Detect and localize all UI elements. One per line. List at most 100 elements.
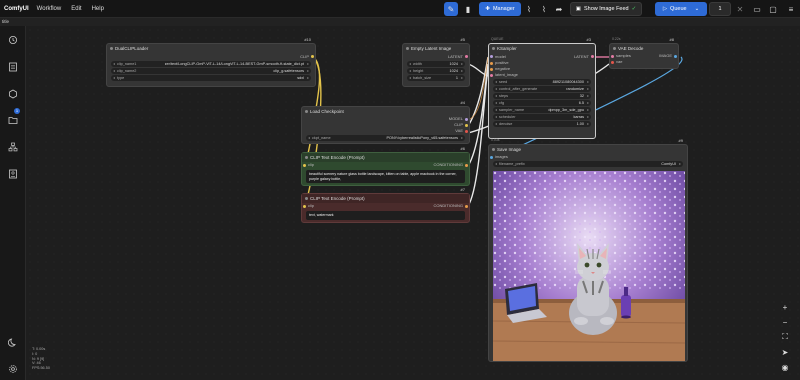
steps-widget[interactable]: steps 32 (493, 93, 591, 99)
fit-view-icon[interactable]: ⛶ (778, 330, 792, 344)
nodes-icon[interactable] (8, 139, 18, 152)
widget-value: 6.5 (578, 101, 584, 105)
widget-value: clip_g.safetensors (273, 69, 304, 73)
input-vae-socket[interactable] (611, 61, 614, 64)
widget-label: control_after_generate (499, 87, 538, 91)
input-images-socket[interactable] (490, 156, 493, 159)
output-label: CONDITIONING (433, 162, 463, 167)
filename-prefix-widget[interactable]: filename_prefix ComfyUI (493, 161, 683, 167)
toggle-links-icon[interactable]: ◉ (778, 360, 792, 374)
generated-image-preview[interactable] (493, 171, 685, 361)
node-save-image[interactable]: 0.03s #9 Save Image images filename_pref… (488, 138, 688, 362)
widget-value: 1024 (449, 62, 458, 66)
models-icon[interactable] (8, 86, 18, 99)
width-widget[interactable]: width 1024 (407, 61, 465, 67)
node-title: KSampler (489, 44, 595, 53)
cfg-widget[interactable]: cfg 6.5 (493, 100, 591, 106)
sampler-name-widget[interactable]: sampler_name dpmpp_3m_sde_gpu (493, 107, 591, 113)
top-bar: ComfyUI Workflow Edit Help ✎ ▮ ✚ Manager… (0, 0, 800, 18)
fullscreen-icon[interactable]: ▢ (766, 2, 780, 16)
output-image-socket[interactable] (674, 55, 677, 58)
input-latent-socket[interactable] (490, 74, 493, 77)
chevron-down-icon[interactable]: ⌄ (695, 6, 700, 12)
control-after-generate-widget[interactable]: control_after_generate randomize (493, 86, 591, 92)
show-image-feed-button[interactable]: ▣ Show Image Feed ✓ (570, 2, 642, 16)
output-model-socket[interactable] (465, 118, 468, 121)
menu-icon[interactable]: ≡ (784, 2, 798, 16)
output-vae-socket[interactable] (465, 130, 468, 133)
widget-value: zer/text/LongCLIP-GmP-ViT-L-14/LongViT-L… (164, 62, 304, 66)
input-label: clip (308, 203, 315, 208)
history-icon[interactable] (8, 32, 18, 44)
io-row: clip CONDITIONING (302, 162, 469, 168)
input-samples-socket[interactable] (611, 55, 614, 58)
zoom-in-icon[interactable]: + (778, 300, 792, 314)
node-load-checkpoint[interactable]: #4 Load Checkpoint MODEL CLIP VAE ckpt_n… (301, 100, 470, 144)
share-icon[interactable]: ➦ (552, 2, 566, 16)
output-clip-socket[interactable] (311, 55, 314, 58)
input-model-socket[interactable] (490, 55, 493, 58)
menu-edit[interactable]: Edit (71, 6, 81, 12)
stat-line: FPS:56.50 (32, 366, 50, 371)
node-ksampler[interactable]: QUEUE #3 KSampler model LATENT positive … (488, 37, 596, 139)
widget-label: clip_name2 (117, 69, 137, 73)
input-clip-socket[interactable] (303, 164, 306, 167)
folder-icon[interactable]: 1 (8, 108, 20, 124)
widget-value: 32 (579, 94, 584, 98)
scheduler-widget[interactable]: scheduler karras (493, 114, 591, 120)
output-conditioning-socket[interactable] (465, 164, 468, 167)
height-widget[interactable]: height 1024 (407, 68, 465, 74)
close-icon[interactable]: ✕ (733, 2, 747, 16)
seed-widget[interactable]: seed 889211080044300 (493, 79, 591, 85)
prompt-textarea[interactable]: beautiful scenery nature glass bottle la… (306, 170, 465, 184)
templates-icon[interactable] (8, 166, 18, 179)
input-vae-row: vae (610, 59, 678, 65)
theme-moon-icon[interactable] (8, 334, 18, 347)
zoom-out-icon[interactable]: − (778, 315, 792, 329)
select-tool-icon[interactable]: ➤ (778, 345, 792, 359)
settings-gear-icon[interactable] (8, 361, 18, 373)
widget-value: 889211080044300 (552, 80, 584, 84)
output-latent-socket[interactable] (591, 55, 594, 58)
denoise-widget[interactable]: denoise 1.00 (493, 121, 591, 127)
node-dualcliploader[interactable]: #10 DualCLIPLoader CLIP clip_name1 zer/t… (106, 37, 316, 87)
panel-icon[interactable]: ▭ (750, 2, 764, 16)
output-latent-socket[interactable] (465, 55, 468, 58)
draw-tool-icon[interactable]: ✎ (444, 2, 458, 16)
queue-button[interactable]: ▷ Queue ⌄ (655, 2, 707, 16)
widget-value: karras (573, 115, 584, 119)
node-vae-decode[interactable]: 0.22s #8 VAE Decode samples IMAGE vae (609, 37, 679, 69)
widget-label: denoise (499, 122, 513, 126)
queue-count-input[interactable]: 1 (709, 2, 731, 16)
manager-button[interactable]: ✚ Manager (479, 2, 521, 16)
bookmark-icon[interactable]: ▮ (461, 2, 475, 16)
widget-value: sdxl (297, 76, 304, 80)
workflow-tab[interactable]: title (0, 18, 800, 26)
library-icon[interactable] (8, 59, 18, 72)
node-title: Save Image (489, 145, 687, 154)
input-clip-socket[interactable] (303, 205, 306, 208)
type-widget[interactable]: type sdxl (111, 75, 311, 81)
node-id: #7 (460, 187, 465, 192)
batch-size-widget[interactable]: batch_size 1 (407, 75, 465, 81)
input-positive-socket[interactable] (490, 62, 493, 65)
broom-icon[interactable]: ⌇ (522, 2, 536, 16)
clip-name2-widget[interactable]: clip_name2 clip_g.safetensors (111, 68, 311, 74)
node-empty-latent-image[interactable]: #5 Empty Latent Image LATENT width 1024 … (402, 37, 470, 87)
node-id: #3 (586, 37, 591, 42)
input-images-row: images (489, 154, 687, 160)
menu-help[interactable]: Help (92, 6, 104, 12)
input-negative-socket[interactable] (490, 68, 493, 71)
output-clip-socket[interactable] (465, 124, 468, 127)
prompt-textarea[interactable]: text, watermark (306, 211, 465, 220)
node-id: #6 (460, 146, 465, 151)
node-clip-text-encode-positive[interactable]: #6 CLIP Text Encode (Prompt) clip CONDIT… (301, 146, 470, 186)
node-clip-text-encode-negative[interactable]: #7 CLIP Text Encode (Prompt) clip CONDIT… (301, 187, 470, 223)
play-icon: ▷ (662, 6, 668, 12)
menu-workflow[interactable]: Workflow (37, 6, 62, 12)
workflow-canvas[interactable]: #10 DualCLIPLoader CLIP clip_name1 zer/t… (26, 26, 800, 380)
clean-icon[interactable]: ⌇ (537, 2, 551, 16)
ckpt-name-widget[interactable]: ckpt_name PONY/cyberrealisticPony_v65.sa… (306, 135, 465, 141)
clip-name1-widget[interactable]: clip_name1 zer/text/LongCLIP-GmP-ViT-L-1… (111, 61, 311, 67)
output-conditioning-socket[interactable] (465, 205, 468, 208)
